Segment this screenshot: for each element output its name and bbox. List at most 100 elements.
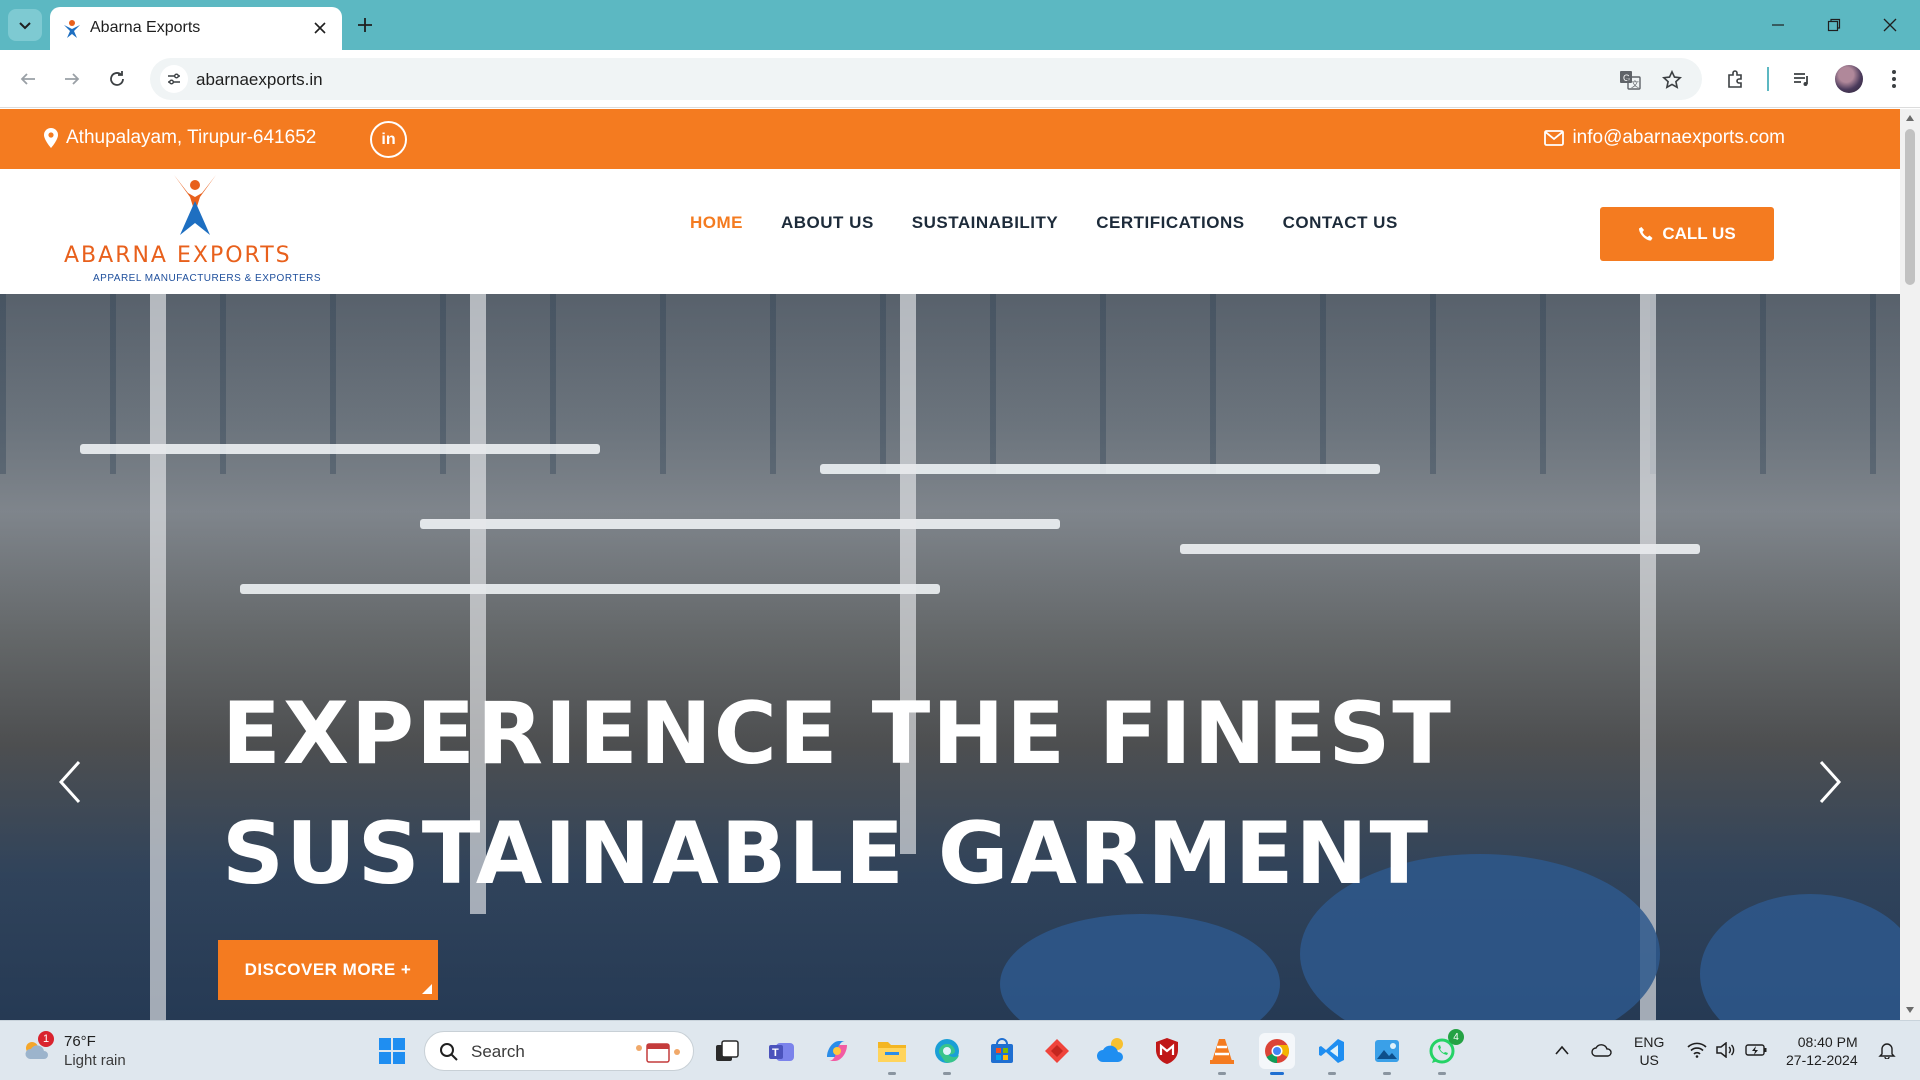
site-header: ABARNA EXPORTS APPAREL MANUFACTURERS & E… [0,169,1900,294]
url-text[interactable]: abarnaexports.in [196,70,323,90]
active-indicator [1270,1072,1284,1075]
wifi-status[interactable] [1686,1039,1708,1061]
copilot-app[interactable] [819,1033,855,1069]
task-view-icon [716,1040,739,1061]
speaker-icon [1716,1042,1735,1058]
whatsapp-badge: 4 [1448,1029,1464,1045]
scrollbar-thumb[interactable] [1905,129,1915,285]
restore-icon [1827,18,1841,32]
weather-app[interactable] [1094,1033,1130,1069]
chrome-icon [1265,1039,1289,1063]
extensions-button[interactable] [1720,63,1752,95]
running-indicator [1383,1072,1391,1075]
browser-menu-button[interactable] [1878,63,1910,95]
vlc-app[interactable] [1204,1033,1240,1075]
nav-sustainability[interactable]: SUSTAINABILITY [912,213,1058,233]
nav-certifications[interactable]: CERTIFICATIONS [1096,213,1244,233]
browser-tab-strip: Abarna Exports [0,0,1920,50]
nav-contact-us[interactable]: CONTACT US [1283,213,1398,233]
minimize-button[interactable] [1756,10,1800,40]
linkedin-link[interactable]: in [370,121,407,158]
volume-status[interactable] [1714,1039,1736,1061]
media-controls-button[interactable] [1786,63,1818,95]
file-explorer-app[interactable] [874,1033,910,1075]
weather-widget[interactable]: 1 76°F Light rain [20,1031,180,1073]
factory-pillar [150,294,166,1020]
show-hidden-icons-button[interactable] [1552,1039,1572,1061]
email-text[interactable]: info@abarnaexports.com [1572,127,1785,149]
photos-app[interactable] [1369,1033,1405,1075]
reload-button[interactable] [101,63,133,95]
copilot-icon [827,1041,847,1061]
page-scrollbar[interactable] [1900,109,1920,1020]
anydesk-app[interactable] [1039,1033,1075,1069]
system-clock[interactable]: 08:40 PM 27-12-2024 [1786,1033,1858,1069]
scroll-down-arrow[interactable] [1905,1005,1915,1015]
tab-title: Abarna Exports [90,19,201,36]
edge-app[interactable] [929,1033,965,1075]
email-link[interactable]: info@abarnaexports.com [1544,127,1785,149]
running-indicator [1328,1072,1336,1075]
tab-close-button[interactable] [308,16,332,40]
photos-icon [1375,1040,1399,1062]
weather-temperature: 76°F [64,1033,96,1050]
diamond-icon [1045,1039,1069,1063]
tab-search-button[interactable] [8,9,42,41]
scroll-up-arrow[interactable] [1905,113,1915,123]
keyboard-region: US [1639,1052,1659,1068]
profile-avatar[interactable] [1835,65,1863,93]
bookmark-star-button[interactable] [1659,67,1685,93]
task-view-button[interactable] [709,1033,745,1069]
site-info-button[interactable] [160,65,188,93]
linkedin-icon: in [381,130,396,148]
start-button[interactable] [374,1033,410,1069]
notifications-button[interactable] [1876,1039,1898,1061]
search-placeholder: Search [471,1042,525,1061]
battery-status[interactable] [1744,1039,1768,1061]
discover-more-button[interactable]: DISCOVER MORE + [218,940,438,1000]
slider-next-button[interactable] [1810,752,1850,812]
envelope-icon [1544,130,1565,146]
running-indicator [1218,1072,1226,1075]
nav-about-us[interactable]: ABOUT US [781,213,874,233]
call-us-button[interactable]: CALL US [1600,207,1774,261]
brand-name: ABARNA EXPORTS [64,243,292,268]
mcafee-app[interactable] [1149,1033,1185,1069]
teams-app[interactable]: T [764,1033,800,1069]
new-tab-button[interactable] [352,12,378,38]
triangle-up-icon [1906,115,1914,121]
slider-prev-button[interactable] [50,752,90,812]
web-page: Athupalayam, Tirupur-641652 in info@abar… [0,109,1900,1020]
address-bar[interactable]: abarnaexports.in G文 [150,58,1702,100]
close-icon [1883,18,1897,32]
microsoft-store-app[interactable] [984,1033,1020,1069]
nav-home[interactable]: HOME [690,213,743,233]
weather-condition: Light rain [64,1052,126,1069]
translate-icon: G文 [1620,71,1641,90]
clock-time: 08:40 PM [1797,1034,1858,1050]
traffic-cone-icon [1210,1039,1234,1064]
wifi-icon [1687,1042,1707,1058]
location-text: Athupalayam, Tirupur-641652 [66,127,317,148]
tune-icon [168,73,180,85]
taskbar-search[interactable]: Search [424,1031,694,1071]
translate-button[interactable]: G文 [1617,67,1643,93]
location-info: Athupalayam, Tirupur-641652 [44,127,316,149]
restore-button[interactable] [1812,10,1856,40]
close-window-button[interactable] [1868,10,1912,40]
input-language[interactable]: ENG US [1634,1033,1664,1069]
bell-icon [1878,1043,1896,1059]
main-nav: HOME ABOUT US SUSTAINABILITY CERTIFICATI… [690,213,1398,233]
chevron-right-icon [1819,760,1842,804]
onedrive-button[interactable] [1590,1039,1614,1061]
back-button[interactable] [12,63,44,95]
browser-tab-active[interactable]: Abarna Exports [50,7,342,50]
site-logo[interactable]: ABARNA EXPORTS APPAREL MANUFACTURERS & E… [60,173,340,291]
chrome-app[interactable] [1259,1033,1295,1075]
fabric-pile [1000,914,1280,1020]
vscode-app[interactable] [1314,1033,1350,1075]
windows-taskbar: 1 76°F Light rain Search T 4 ENG US 08:4… [0,1020,1920,1080]
forward-button[interactable] [56,63,88,95]
reload-icon [110,71,124,86]
whatsapp-app[interactable]: 4 [1424,1029,1464,1075]
